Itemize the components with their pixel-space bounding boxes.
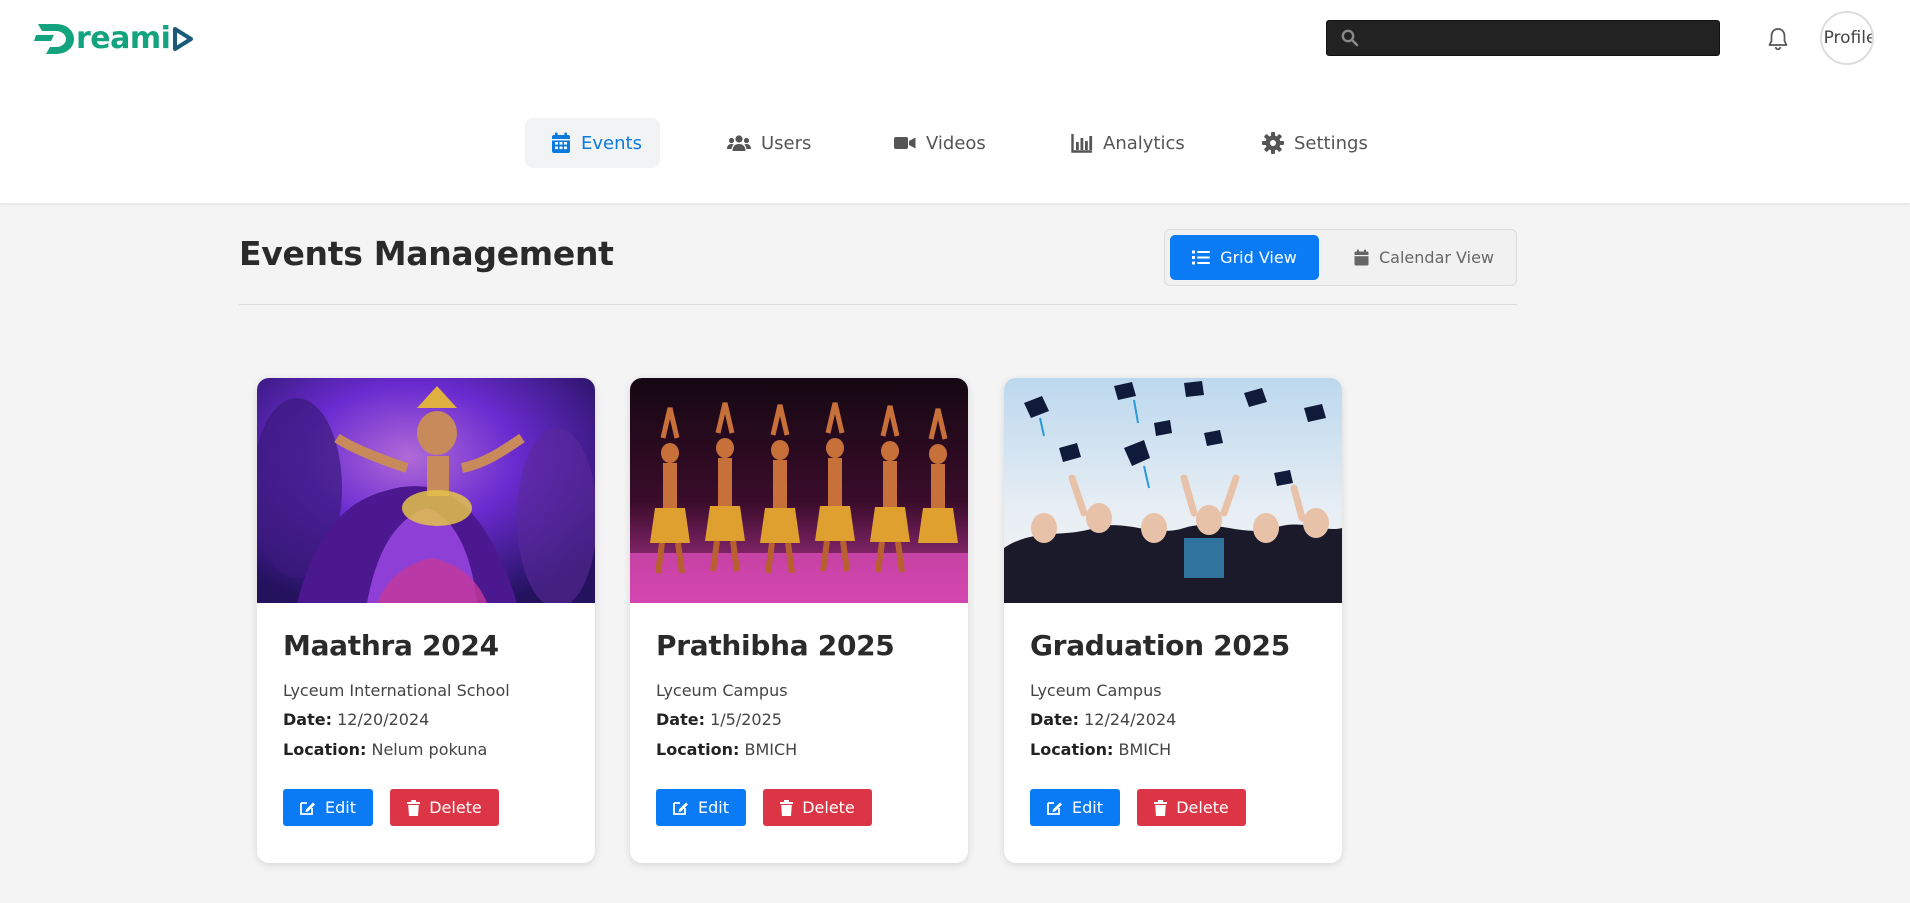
- edit-button[interactable]: Edit: [283, 789, 373, 826]
- nav-item-label: Users: [761, 132, 812, 154]
- video-icon: [894, 135, 916, 151]
- edit-icon: [300, 800, 316, 815]
- top-bar: reami Profile: [0, 0, 1910, 84]
- location-value: BMICH: [744, 740, 798, 759]
- avatar[interactable]: Profile: [1820, 11, 1874, 65]
- event-venue: Lyceum Campus: [656, 681, 788, 700]
- logo-d-mark-icon: [34, 24, 74, 54]
- chart-bar-icon: [1071, 133, 1093, 153]
- event-image-dance-troupe[interactable]: [630, 378, 968, 603]
- nav-item-videos[interactable]: Videos: [868, 118, 1004, 168]
- avatar-alt-text: Profile: [1823, 28, 1874, 48]
- calendar-icon: [551, 132, 571, 154]
- edit-label: Edit: [325, 798, 356, 817]
- edit-icon: [1047, 800, 1063, 815]
- event-title: Prathibha 2025: [656, 629, 895, 662]
- date-value: 12/24/2024: [1084, 710, 1177, 729]
- location-label: Location:: [1030, 740, 1114, 759]
- grid-view-label: Grid View: [1220, 248, 1297, 267]
- page-title: Events Management: [239, 234, 614, 273]
- location-value: BMICH: [1118, 740, 1172, 759]
- nav-item-users[interactable]: Users: [701, 118, 829, 168]
- event-image-graduation[interactable]: [1004, 378, 1342, 603]
- event-image-dancer[interactable]: [257, 378, 595, 603]
- logo-text: reami: [76, 21, 171, 56]
- date-value: 1/5/2025: [710, 710, 782, 729]
- event-card: Maathra 2024 Lyceum International School…: [257, 378, 595, 863]
- edit-icon: [673, 800, 689, 815]
- delete-button[interactable]: Delete: [763, 789, 872, 826]
- delete-button[interactable]: Delete: [390, 789, 499, 826]
- nav-item-settings[interactable]: Settings: [1236, 118, 1386, 168]
- delete-label: Delete: [802, 798, 855, 817]
- edit-button[interactable]: Edit: [656, 789, 746, 826]
- bell-icon[interactable]: [1766, 26, 1790, 52]
- edit-button[interactable]: Edit: [1030, 789, 1120, 826]
- trash-icon: [780, 799, 794, 816]
- search-icon: [1341, 29, 1359, 47]
- event-location: Location: BMICH: [656, 740, 797, 759]
- event-date: Date: 12/20/2024: [283, 710, 429, 729]
- event-location: Location: Nelum pokuna: [283, 740, 487, 759]
- event-date: Date: 12/24/2024: [1030, 710, 1176, 729]
- gear-icon: [1262, 132, 1284, 154]
- nav-item-label: Settings: [1294, 132, 1368, 154]
- users-icon: [727, 134, 751, 152]
- logo-play-icon: [173, 27, 194, 51]
- trash-icon: [407, 799, 421, 816]
- calendar-icon: [1354, 249, 1369, 266]
- location-label: Location:: [283, 740, 367, 759]
- header-divider: [239, 304, 1517, 305]
- date-label: Date:: [283, 710, 332, 729]
- logo[interactable]: reami: [34, 18, 195, 60]
- delete-button[interactable]: Delete: [1137, 789, 1246, 826]
- event-location: Location: BMICH: [1030, 740, 1171, 759]
- grid-view-button[interactable]: Grid View: [1170, 235, 1319, 280]
- delete-label: Delete: [429, 798, 482, 817]
- trash-icon: [1154, 799, 1168, 816]
- main-nav: Events Users Videos Analytics Settings: [0, 84, 1910, 203]
- nav-item-label: Analytics: [1103, 132, 1185, 154]
- edit-label: Edit: [1072, 798, 1103, 817]
- calendar-view-button[interactable]: Calendar View: [1339, 235, 1509, 280]
- event-title: Maathra 2024: [283, 629, 499, 662]
- delete-label: Delete: [1176, 798, 1229, 817]
- search-input[interactable]: [1367, 21, 1707, 55]
- date-label: Date:: [1030, 710, 1079, 729]
- event-date: Date: 1/5/2025: [656, 710, 782, 729]
- nav-item-events[interactable]: Events: [525, 118, 660, 168]
- view-toggle: Grid View Calendar View: [1164, 229, 1517, 286]
- calendar-view-label: Calendar View: [1379, 248, 1494, 267]
- location-label: Location:: [656, 740, 740, 759]
- list-icon: [1192, 250, 1211, 265]
- nav-item-analytics[interactable]: Analytics: [1045, 118, 1203, 168]
- event-card: Graduation 2025 Lyceum Campus Date: 12/2…: [1004, 378, 1342, 863]
- event-venue: Lyceum International School: [283, 681, 510, 700]
- nav-item-label: Events: [581, 132, 642, 154]
- event-card: Prathibha 2025 Lyceum Campus Date: 1/5/2…: [630, 378, 968, 863]
- date-label: Date:: [656, 710, 705, 729]
- nav-item-label: Videos: [926, 132, 986, 154]
- event-title: Graduation 2025: [1030, 629, 1290, 662]
- date-value: 12/20/2024: [337, 710, 430, 729]
- event-venue: Lyceum Campus: [1030, 681, 1162, 700]
- location-value: Nelum pokuna: [371, 740, 488, 759]
- search-bar[interactable]: [1326, 20, 1720, 56]
- edit-label: Edit: [698, 798, 729, 817]
